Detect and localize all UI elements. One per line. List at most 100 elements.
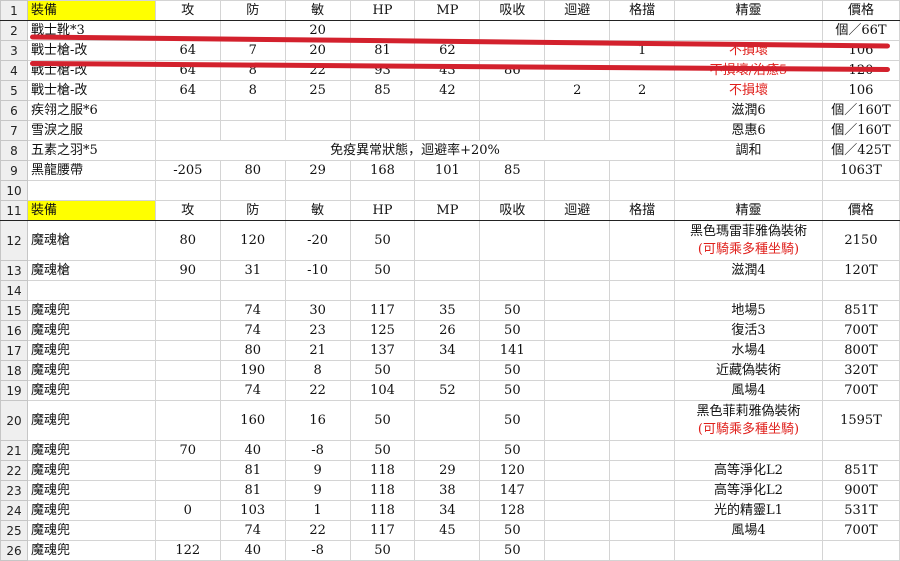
- cell[interactable]: [821, 180, 900, 201]
- cell[interactable]: MP: [414, 200, 481, 221]
- cell[interactable]: [544, 400, 611, 441]
- row-number[interactable]: 1: [0, 0, 28, 21]
- cell[interactable]: [154, 100, 221, 121]
- cell[interactable]: -8: [284, 540, 351, 561]
- item-name-cell[interactable]: 魔魂兜: [26, 400, 156, 441]
- cell[interactable]: [154, 480, 221, 501]
- cell[interactable]: 81: [219, 460, 286, 481]
- cell[interactable]: 精靈: [674, 200, 823, 221]
- cell[interactable]: -10: [284, 260, 351, 281]
- cell[interactable]: [349, 280, 416, 301]
- cell[interactable]: [544, 100, 611, 121]
- cell[interactable]: 22: [284, 520, 351, 541]
- cell[interactable]: [609, 520, 676, 541]
- cell[interactable]: 117: [349, 300, 416, 321]
- cell[interactable]: 40: [219, 540, 286, 561]
- cell[interactable]: 90: [154, 260, 221, 281]
- cell[interactable]: [349, 100, 416, 121]
- cell[interactable]: 74: [219, 320, 286, 341]
- cell[interactable]: [479, 120, 546, 141]
- cell[interactable]: 106: [821, 80, 900, 101]
- cell[interactable]: 50: [349, 400, 416, 441]
- cell[interactable]: [154, 320, 221, 341]
- cell[interactable]: 800T: [821, 340, 900, 361]
- cell[interactable]: [609, 540, 676, 561]
- item-name-cell[interactable]: 戰士槍-改: [26, 80, 156, 101]
- cell[interactable]: 21: [284, 340, 351, 361]
- cell[interactable]: [154, 280, 221, 301]
- cell[interactable]: 8: [219, 60, 286, 81]
- cell[interactable]: 50: [349, 540, 416, 561]
- cell[interactable]: [674, 180, 823, 201]
- cell[interactable]: [219, 20, 286, 41]
- row-number[interactable]: 13: [0, 260, 28, 281]
- cell[interactable]: [349, 120, 416, 141]
- cell[interactable]: 風場4: [674, 520, 823, 541]
- cell[interactable]: [154, 380, 221, 401]
- cell[interactable]: 50: [479, 440, 546, 461]
- cell[interactable]: 45: [414, 520, 481, 541]
- cell[interactable]: [544, 500, 611, 521]
- item-name-cell[interactable]: 魔魂槍: [26, 260, 156, 281]
- cell[interactable]: 1595T: [821, 400, 900, 441]
- cell[interactable]: 高等淨化L2: [674, 480, 823, 501]
- cell[interactable]: 22: [284, 380, 351, 401]
- item-name-cell[interactable]: 魔魂兜: [26, 520, 156, 541]
- cell[interactable]: 168: [349, 160, 416, 181]
- cell[interactable]: HP: [349, 0, 416, 21]
- cell[interactable]: 50: [479, 300, 546, 321]
- cell[interactable]: 防: [219, 0, 286, 21]
- cell[interactable]: 防: [219, 200, 286, 221]
- row-number[interactable]: 19: [0, 380, 28, 401]
- cell[interactable]: 吸收: [479, 0, 546, 21]
- cell[interactable]: HP: [349, 200, 416, 221]
- cell[interactable]: 滋潤6: [674, 100, 823, 121]
- cell[interactable]: 128: [479, 500, 546, 521]
- cell[interactable]: 70: [154, 440, 221, 461]
- cell[interactable]: 85: [349, 80, 416, 101]
- cell[interactable]: 50: [349, 220, 416, 261]
- cell[interactable]: 160: [219, 400, 286, 441]
- row-number[interactable]: 6: [0, 100, 28, 121]
- cell[interactable]: 五素之羽*5: [26, 140, 156, 161]
- cell[interactable]: 25: [284, 80, 351, 101]
- cell[interactable]: 85: [479, 160, 546, 181]
- cell[interactable]: 50: [479, 320, 546, 341]
- cell[interactable]: 高等淨化L2: [674, 460, 823, 481]
- cell[interactable]: [154, 340, 221, 361]
- cell[interactable]: 黑色菲莉雅偽裝術 (可騎乘多種坐騎): [674, 400, 823, 441]
- cell[interactable]: [544, 360, 611, 381]
- cell[interactable]: [154, 300, 221, 321]
- cell[interactable]: 不損壞: [674, 40, 823, 61]
- cell[interactable]: 700T: [821, 520, 900, 541]
- row-number[interactable]: 25: [0, 520, 28, 541]
- item-name-cell[interactable]: [26, 180, 156, 201]
- cell[interactable]: 141: [479, 340, 546, 361]
- cell[interactable]: 50: [479, 540, 546, 561]
- row-number[interactable]: 9: [0, 160, 28, 181]
- cell[interactable]: [154, 20, 221, 41]
- cell[interactable]: 40: [219, 440, 286, 461]
- cell[interactable]: 74: [219, 520, 286, 541]
- cell[interactable]: 137: [349, 340, 416, 361]
- row-number[interactable]: 10: [0, 180, 28, 201]
- cell[interactable]: 103: [219, 500, 286, 521]
- row-number[interactable]: 11: [0, 200, 28, 221]
- cell[interactable]: 8: [284, 360, 351, 381]
- cell[interactable]: 敏: [284, 200, 351, 221]
- item-name-cell[interactable]: 雪淚之服: [26, 120, 156, 141]
- cell[interactable]: 81: [219, 480, 286, 501]
- cell[interactable]: 個／160T: [821, 100, 900, 121]
- item-name-cell[interactable]: 黑龍腰帶: [26, 160, 156, 181]
- cell[interactable]: 120: [219, 220, 286, 261]
- cell[interactable]: 700T: [821, 320, 900, 341]
- cell[interactable]: 20: [284, 40, 351, 61]
- cell[interactable]: [479, 20, 546, 41]
- cell[interactable]: 29: [414, 460, 481, 481]
- cell[interactable]: [479, 40, 546, 61]
- cell[interactable]: 147: [479, 480, 546, 501]
- row-number[interactable]: 5: [0, 80, 28, 101]
- cell[interactable]: [479, 280, 546, 301]
- cell[interactable]: 86: [479, 60, 546, 81]
- cell[interactable]: 851T: [821, 300, 900, 321]
